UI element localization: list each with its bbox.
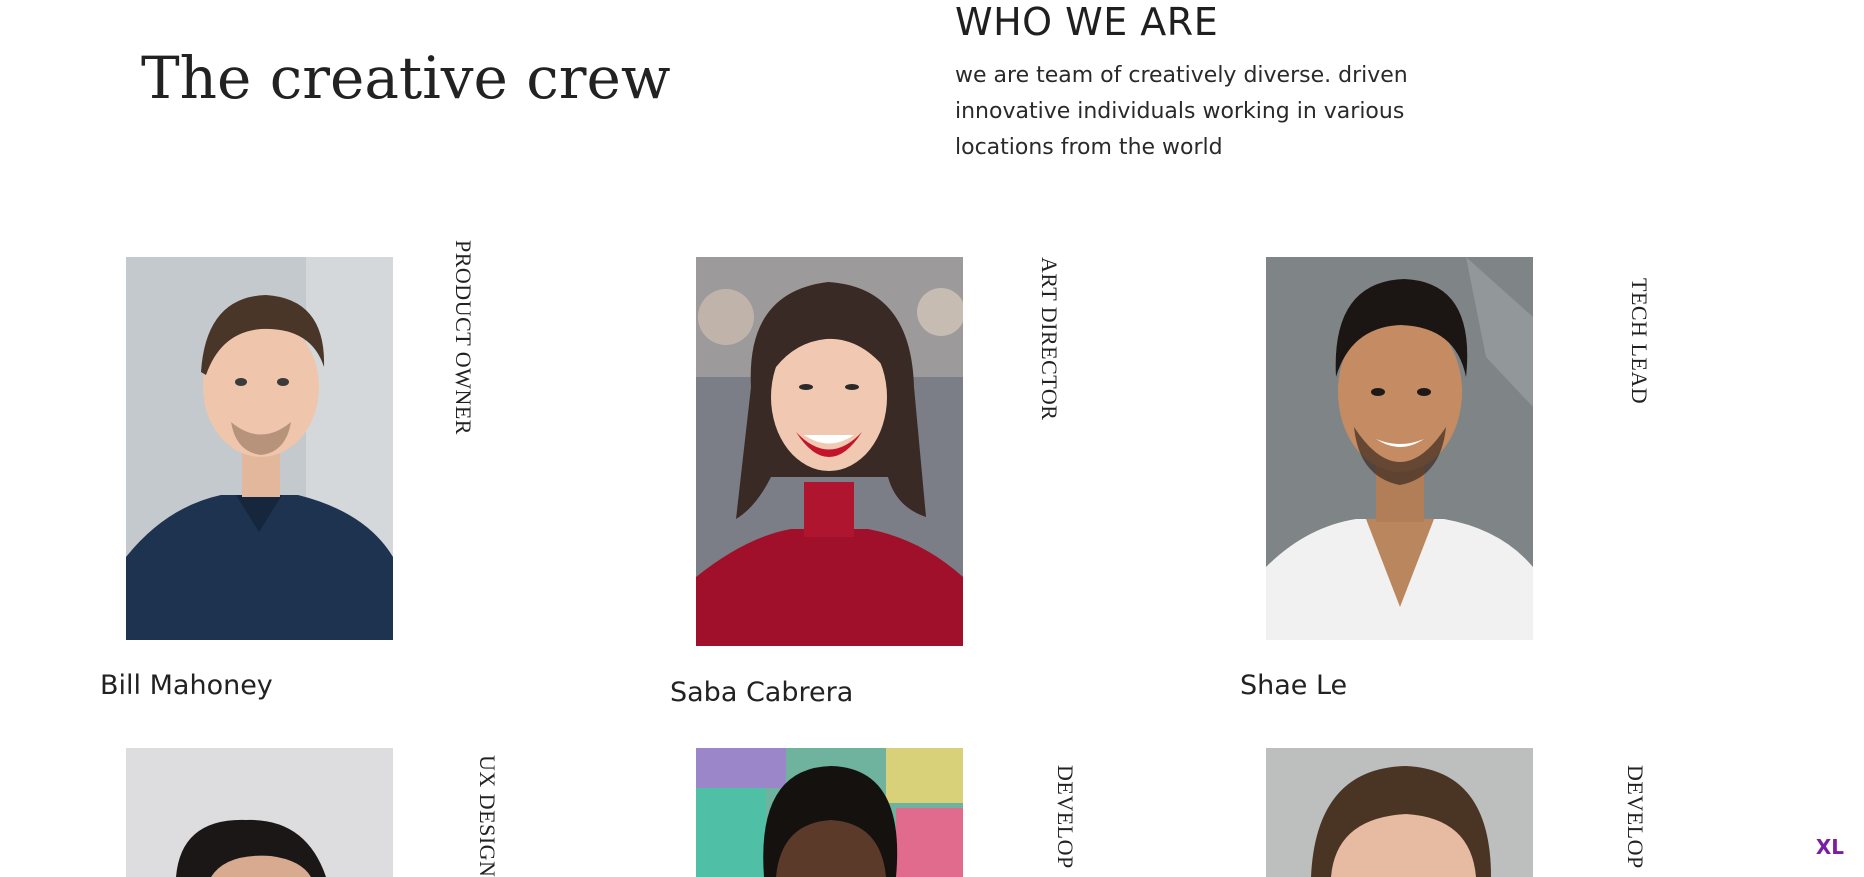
member-photo	[1266, 748, 1533, 877]
member-role: DEVELOP	[1053, 765, 1078, 869]
breakpoint-badge: XL	[1815, 835, 1844, 859]
member-name: Saba Cabrera	[670, 677, 854, 708]
who-we-are-heading: WHO WE ARE	[955, 0, 1219, 44]
member-photo	[126, 748, 393, 877]
who-we-are-section: WHO WE ARE we are team of creatively div…	[955, 0, 1425, 166]
page-title: The creative crew	[141, 44, 671, 112]
who-we-are-text: we are team of creatively diverse. drive…	[955, 63, 1408, 160]
member-role: UX DESIGN	[475, 755, 500, 877]
member-photo	[696, 748, 963, 877]
member-name: Bill Mahoney	[100, 670, 273, 701]
member-photo	[126, 257, 393, 640]
member-role: DEVELOP	[1623, 765, 1648, 869]
member-photo	[696, 257, 963, 646]
member-photo	[1266, 257, 1533, 640]
member-role: PRODUCT OWNER	[451, 240, 476, 435]
member-name: Shae Le	[1240, 670, 1348, 701]
member-role: ART DIRECTOR	[1037, 257, 1062, 421]
member-role: TECH LEAD	[1627, 278, 1652, 405]
